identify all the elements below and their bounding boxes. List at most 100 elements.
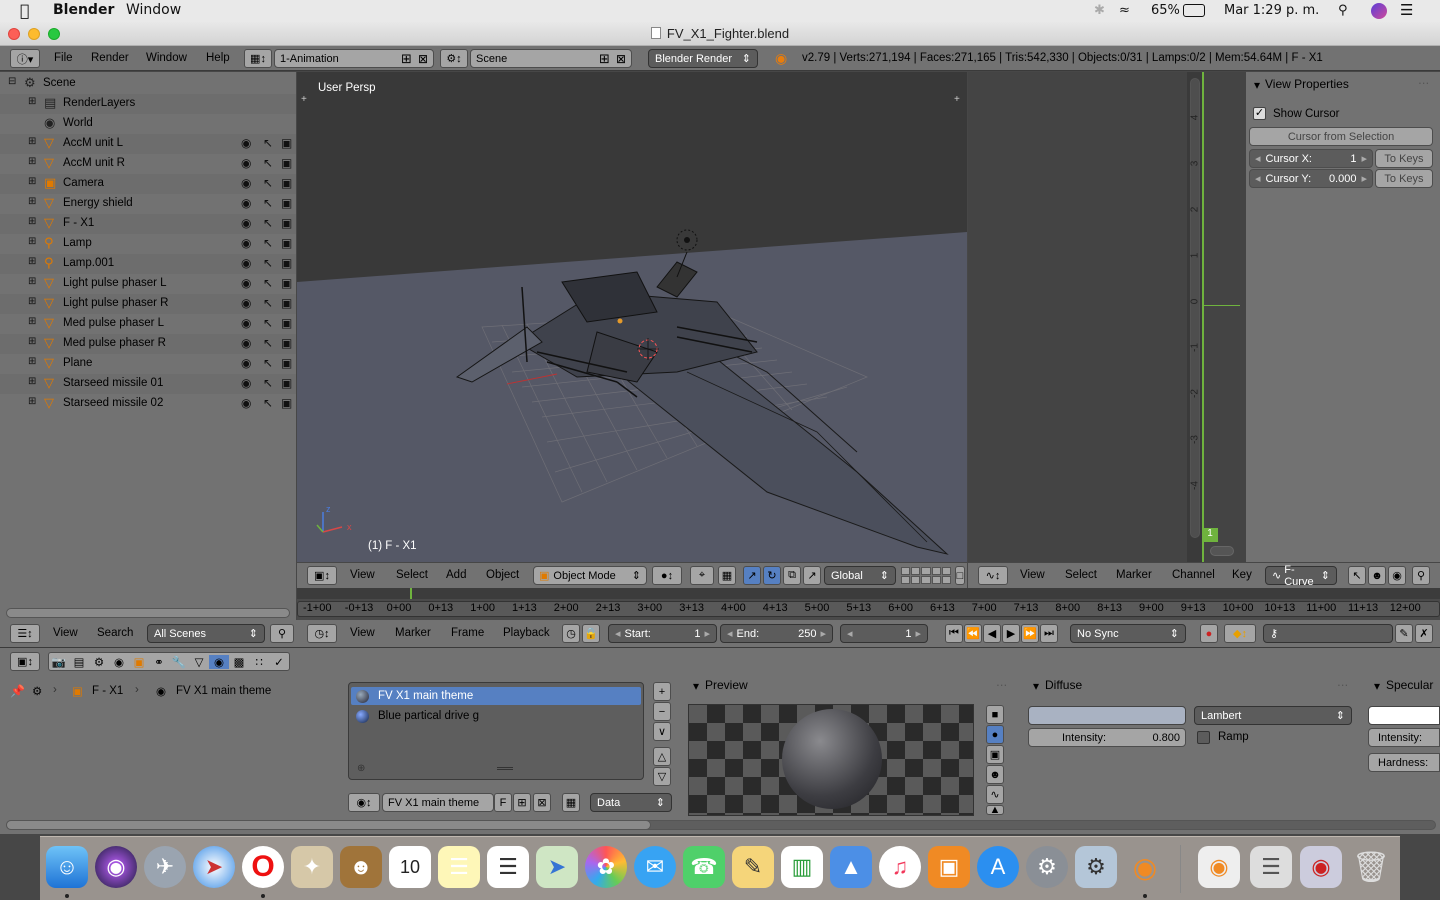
viewport-menu-object[interactable]: Object — [486, 569, 519, 581]
outliner-item-label[interactable]: Starseed missile 02 — [63, 397, 163, 409]
visibility-eye-icon[interactable]: ◉ — [241, 356, 251, 370]
battery-icon[interactable] — [1183, 4, 1205, 17]
blender-app-icon[interactable]: ◉ — [1124, 846, 1166, 888]
timeline-menu-view[interactable]: View — [350, 627, 375, 639]
sync-mode-dropdown[interactable]: No Sync ⇕ — [1070, 624, 1186, 643]
browse-material-button[interactable]: ◉↕ — [348, 793, 380, 812]
show-cursor-checkbox[interactable]: ✓ — [1253, 107, 1266, 120]
expand-toggle-icon[interactable]: ⊞ — [28, 176, 36, 187]
outliner-row-14[interactable]: ⊞ ▽ Plane ◉ ↖ ▣ — [0, 354, 296, 374]
manipulator-icon[interactable]: ↗ — [803, 566, 821, 585]
screen-layout-field[interactable]: 1-Animation ⊞ ⊠ — [274, 49, 434, 68]
outliner-item-label[interactable]: Scene — [43, 77, 76, 89]
diffuse-intensity-field[interactable]: Intensity: 0.800 — [1028, 728, 1186, 747]
menu-window[interactable]: Window — [146, 52, 187, 64]
blender-file-icon[interactable]: ◉ — [1198, 846, 1240, 888]
panel-collapse-icon[interactable]: ▾ — [1254, 78, 1260, 92]
outliner-item-label[interactable]: Med pulse phaser R — [63, 337, 166, 349]
outliner-row-2[interactable]: ◉ World — [0, 114, 296, 134]
visibility-eye-icon[interactable]: ◉ — [241, 396, 251, 410]
outliner-row-13[interactable]: ⊞ ▽ Med pulse phaser R ◉ ↖ ▣ — [0, 334, 296, 354]
play-reverse-icon[interactable]: ◀ — [983, 624, 1001, 643]
outliner-search-icon[interactable]: ⚲ — [270, 624, 294, 643]
preview-flat-icon[interactable]: ■ — [986, 705, 1004, 724]
expand-toggle-icon[interactable]: ⊞ — [28, 196, 36, 207]
object-tab-icon[interactable]: ▣ — [129, 655, 149, 669]
remove-scene-icon[interactable]: ⊠ — [616, 52, 626, 66]
visibility-eye-icon[interactable]: ◉ — [241, 156, 251, 170]
renderable-camera-icon[interactable]: ▣ — [281, 336, 292, 350]
launchpad-icon[interactable]: ✈ — [144, 846, 186, 888]
notes-icon[interactable]: ☰ — [438, 846, 480, 888]
preview-app-icon[interactable]: ⚙ — [1075, 846, 1117, 888]
expand-toggle-icon[interactable]: ⊞ — [28, 336, 36, 347]
list-resize-handle[interactable] — [497, 767, 513, 770]
messages-icon[interactable]: ✉ — [634, 846, 676, 888]
expand-toggle-icon[interactable]: ⊞ — [28, 96, 36, 107]
renderable-camera-icon[interactable]: ▣ — [281, 216, 292, 230]
panel-collapse-icon[interactable]: ▾ — [693, 679, 699, 693]
translate-manipulator-icon[interactable]: ↗ — [743, 566, 761, 585]
app-store-icon[interactable]: A — [977, 846, 1019, 888]
reminders-icon[interactable]: ☰ — [487, 846, 529, 888]
selectable-cursor-icon[interactable]: ↖ — [263, 256, 273, 270]
renderable-camera-icon[interactable]: ▣ — [281, 196, 292, 210]
viewport-menu-add[interactable]: Add — [446, 569, 466, 581]
menu-render[interactable]: Render — [91, 52, 129, 64]
timeline-menu-frame[interactable]: Frame — [451, 627, 484, 639]
itunes-icon[interactable]: ♫ — [879, 846, 921, 888]
outliner-item-label[interactable]: Light pulse phaser L — [63, 277, 167, 289]
outliner-row-0[interactable]: ⊟ ⚙ Scene — [0, 74, 296, 94]
visibility-eye-icon[interactable]: ◉ — [241, 236, 251, 250]
expand-toggle-icon[interactable]: ⊞ — [28, 276, 36, 287]
preview-monkey-icon[interactable]: ☻ — [986, 765, 1004, 784]
outliner-row-10[interactable]: ⊞ ▽ Light pulse phaser L ◉ ↖ ▣ — [0, 274, 296, 294]
visibility-eye-icon[interactable]: ◉ — [241, 376, 251, 390]
visibility-eye-icon[interactable]: ◉ — [241, 316, 251, 330]
trash-icon[interactable]: 🗑 — [1350, 846, 1392, 888]
outliner-row-4[interactable]: ⊞ ▽ AccM unit R ◉ ↖ ▣ — [0, 154, 296, 174]
visibility-eye-icon[interactable]: ◉ — [241, 256, 251, 270]
preview-hair-icon[interactable]: ∿ — [986, 785, 1004, 804]
selectable-cursor-icon[interactable]: ↖ — [263, 176, 273, 190]
insert-keyframe-icon[interactable]: ✎ — [1395, 624, 1413, 643]
expand-toggle-icon[interactable]: ⊞ — [28, 216, 36, 227]
graph-menu-channel[interactable]: Channel — [1172, 569, 1215, 581]
graph-menu-key[interactable]: Key — [1232, 569, 1252, 581]
outliner-row-15[interactable]: ⊞ ▽ Starseed missile 01 ◉ ↖ ▣ — [0, 374, 296, 394]
window-menu[interactable]: Window — [126, 2, 181, 18]
maps-icon[interactable]: ➤ — [536, 846, 578, 888]
scene-icon-button[interactable]: ⚙↕ — [440, 49, 468, 68]
fake-user-button[interactable]: F — [494, 793, 512, 812]
start-frame-field[interactable]: ◂ Start: 1 ▸ — [608, 624, 717, 643]
visibility-eye-icon[interactable]: ◉ — [241, 216, 251, 230]
outliner-row-1[interactable]: ⊞ ▤ RenderLayers — [0, 94, 296, 114]
outliner-row-8[interactable]: ⊞ ⚲ Lamp ◉ ↖ ▣ — [0, 234, 296, 254]
renderable-camera-icon[interactable]: ▣ — [281, 396, 292, 410]
selectable-cursor-icon[interactable]: ↖ — [263, 216, 273, 230]
outliner-row-12[interactable]: ⊞ ▽ Med pulse phaser L ◉ ↖ ▣ — [0, 314, 296, 334]
outliner-item-label[interactable]: Plane — [63, 357, 92, 369]
editor-type-3d-button[interactable]: ▣↕ — [307, 566, 337, 585]
selectable-cursor-icon[interactable]: ↖ — [263, 336, 273, 350]
battery-percent[interactable]: 65% — [1151, 3, 1180, 18]
renderable-camera-icon[interactable]: ▣ — [281, 156, 292, 170]
visibility-eye-icon[interactable]: ◉ — [241, 336, 251, 350]
outliner-item-label[interactable]: World — [63, 117, 93, 129]
safari-icon[interactable]: ➤ — [193, 846, 235, 888]
outliner-item-label[interactable]: Camera — [63, 177, 104, 189]
editor-type-timeline-button[interactable]: ◷↕ — [307, 624, 337, 643]
renderable-camera-icon[interactable]: ▣ — [281, 176, 292, 190]
facetime-icon[interactable]: ☎ — [683, 846, 725, 888]
photos-icon[interactable]: ✿ — [585, 846, 627, 888]
diffuse-color-swatch[interactable] — [1028, 706, 1186, 725]
expand-toggle-icon[interactable]: ⊞ — [28, 256, 36, 267]
editor-type-outliner-button[interactable]: ☰↕ — [10, 624, 40, 643]
remove-material-slot-button[interactable]: − — [653, 702, 671, 721]
outliner-item-label[interactable]: RenderLayers — [63, 97, 135, 109]
active-keying-set-field[interactable]: ⚷ — [1263, 624, 1393, 643]
selectable-cursor-icon[interactable]: ↖ — [263, 376, 273, 390]
visibility-eye-icon[interactable]: ◉ — [241, 196, 251, 210]
add-scene-icon[interactable]: ⊞ — [599, 51, 610, 67]
renderable-camera-icon[interactable]: ▣ — [281, 296, 292, 310]
